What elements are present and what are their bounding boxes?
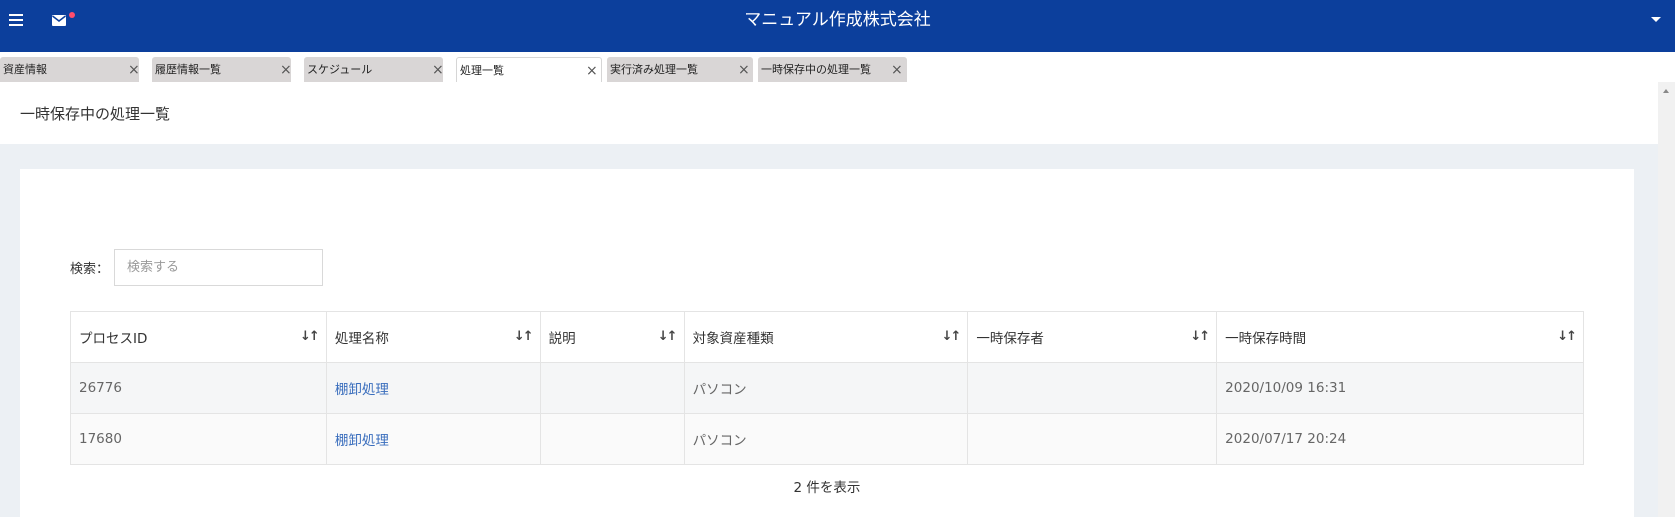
process-name-link[interactable]: 棚卸処理: [335, 382, 389, 398]
column-label: 処理名称: [334, 331, 389, 347]
table-header-row: プロセスID ↓↑ 処理名称 ↓↑ 説明 ↓↑ 対象資産種類 ↓↑ 一時保存者 ↓↑ 一時…: [70, 311, 1584, 363]
tab-process-list[interactable]: 処理一覧 ×: [456, 57, 602, 82]
tab-label: 資産情報: [3, 63, 47, 76]
page-title: 一時保存中の処理一覧: [20, 105, 171, 123]
search-input[interactable]: [114, 249, 323, 286]
tab-asset-info[interactable]: 資産情報 ×: [0, 57, 139, 82]
tab-label: 履歴情報一覧: [155, 63, 221, 76]
column-header[interactable]: プロセスID ↓↑: [70, 311, 327, 363]
column-label: 一時保存時間: [1225, 331, 1307, 347]
tab-executed-list[interactable]: 実行済み処理一覧 ×: [607, 57, 753, 82]
cell-saved-by: [967, 362, 1218, 414]
chevron-down-icon[interactable]: [1651, 17, 1661, 22]
scroll-up-icon[interactable]: [1663, 89, 1669, 93]
column-header[interactable]: 一時保存時間 ↓↑: [1216, 311, 1584, 363]
app-title: マニュアル作成株式会社: [744, 10, 931, 30]
sort-icon[interactable]: ↓↑: [300, 329, 320, 344]
table-row[interactable]: 26776 棚卸処理 パソコン 2020/10/09 16:31: [70, 362, 1584, 414]
sort-icon[interactable]: ↓↑: [1190, 329, 1210, 344]
tab-schedule[interactable]: スケジュール ×: [304, 57, 443, 82]
column-label: 対象資産種類: [692, 331, 774, 347]
cell-description: [539, 362, 685, 414]
cell-process-name: 棚卸処理: [325, 413, 541, 465]
search-label: 検索：: [70, 262, 110, 277]
top-bar: マニュアル作成株式会社: [0, 0, 1675, 52]
cell-saved-by: [967, 413, 1218, 465]
cell-asset-type: パソコン: [683, 413, 969, 465]
sort-icon[interactable]: ↓↑: [658, 329, 678, 344]
cell-asset-type: パソコン: [683, 362, 969, 414]
column-label: 説明: [548, 331, 576, 347]
cell-process-name: 棚卸処理: [325, 362, 541, 414]
tab-bar: 資産情報 × 履歴情報一覧 × スケジュール × 処理一覧 × 実行済み処理一覧…: [0, 52, 1675, 82]
cell-saved-time: 2020/07/17 20:24: [1216, 413, 1584, 465]
tab-history-list[interactable]: 履歴情報一覧 ×: [152, 57, 291, 82]
tab-label: 実行済み処理一覧: [610, 63, 698, 76]
column-label: プロセスID: [79, 331, 148, 347]
tab-temp-saved-list[interactable]: 一時保存中の処理一覧 ×: [758, 57, 907, 82]
table-info: 2 件を表示: [793, 480, 861, 496]
column-header[interactable]: 一時保存者 ↓↑: [967, 311, 1218, 363]
close-icon[interactable]: ×: [586, 59, 598, 82]
sort-icon[interactable]: ↓↑: [942, 329, 962, 344]
page-header: 一時保存中の処理一覧: [0, 82, 1658, 144]
vertical-scrollbar[interactable]: [1658, 82, 1675, 517]
close-icon[interactable]: ×: [128, 58, 139, 82]
close-icon[interactable]: ×: [280, 58, 291, 82]
data-table: プロセスID ↓↑ 処理名称 ↓↑ 説明 ↓↑ 対象資産種類 ↓↑ 一時保存者 ↓↑ 一時…: [70, 311, 1584, 465]
sort-icon[interactable]: ↓↑: [1557, 329, 1577, 344]
process-name-link[interactable]: 棚卸処理: [335, 433, 389, 449]
close-icon[interactable]: ×: [738, 58, 750, 82]
column-header[interactable]: 処理名称 ↓↑: [325, 311, 541, 363]
tab-label: 処理一覧: [460, 64, 504, 77]
column-label: 一時保存者: [976, 331, 1044, 347]
tab-label: 一時保存中の処理一覧: [761, 63, 871, 76]
cell-saved-time: 2020/10/09 16:31: [1216, 362, 1584, 414]
close-icon[interactable]: ×: [432, 58, 443, 82]
cell-process-id: 17680: [70, 413, 327, 465]
sort-icon[interactable]: ↓↑: [514, 329, 534, 344]
content-card: 検索： プロセスID ↓↑ 処理名称 ↓↑ 説明 ↓↑ 対象資産種類 ↓↑ 一時保存者 ↓…: [20, 169, 1634, 517]
cell-process-id: 26776: [70, 362, 327, 414]
close-icon[interactable]: ×: [891, 58, 903, 82]
column-header[interactable]: 対象資産種類 ↓↑: [683, 311, 969, 363]
cell-description: [539, 413, 685, 465]
tab-label: スケジュール: [307, 63, 373, 76]
column-header[interactable]: 説明 ↓↑: [539, 311, 685, 363]
table-row[interactable]: 17680 棚卸処理 パソコン 2020/07/17 20:24: [70, 413, 1584, 465]
